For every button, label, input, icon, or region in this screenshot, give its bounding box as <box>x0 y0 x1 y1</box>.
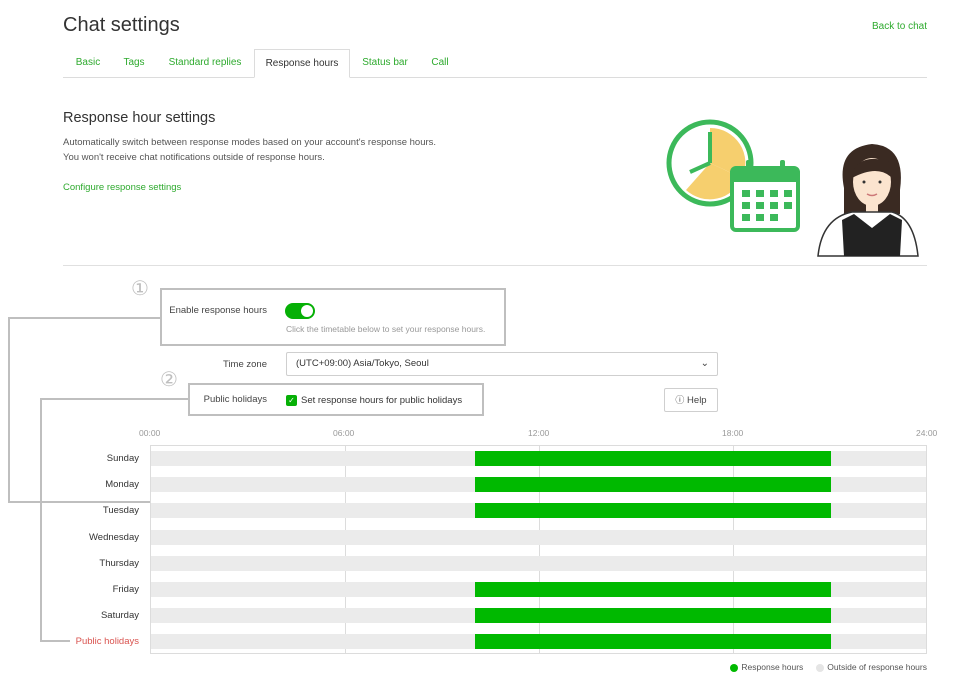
help-button-label: Help <box>687 395 707 406</box>
page-title: Chat settings <box>63 14 180 36</box>
day-timeline-track[interactable] <box>151 477 926 492</box>
tab-tags[interactable]: Tags <box>113 49 155 78</box>
calendar-icon <box>730 160 800 232</box>
public-holidays-label: Public holidays <box>203 394 267 405</box>
description-line: Automatically switch between response mo… <box>63 137 437 148</box>
legend-dot <box>816 663 825 672</box>
day-label: Public holidays <box>75 636 139 647</box>
day-timeline-track[interactable] <box>151 634 926 649</box>
day-timeline-track[interactable] <box>151 451 926 466</box>
hour-label: 24:00 <box>916 428 938 438</box>
info-icon: ⓘ <box>675 395 685 405</box>
callout-box-1 <box>160 288 506 346</box>
enable-response-hours-label: Enable response hours <box>169 305 267 316</box>
response-hours-bar[interactable] <box>475 634 831 649</box>
response-hours-bar[interactable] <box>475 503 831 518</box>
section-title: Response hour settings <box>63 110 216 126</box>
time-zone-value: (UTC+09:00) Asia/Tokyo, Seoul <box>296 358 429 369</box>
toggle-knob <box>301 305 313 317</box>
callout-connector <box>40 640 70 642</box>
response-hours-illustration <box>666 119 919 257</box>
legend-label: Outside of response hours <box>827 662 927 672</box>
tab-standard-replies[interactable]: Standard replies <box>157 49 253 78</box>
description-line: You won't receive chat notifications out… <box>63 152 325 163</box>
response-hours-bar[interactable] <box>475 608 831 623</box>
check-icon: ✓ <box>288 396 295 405</box>
timetable-legend: Response hours Outside of response hours <box>730 662 927 672</box>
legend-label: Response hours <box>741 662 804 672</box>
day-label: Wednesday <box>89 532 139 543</box>
day-timeline-track[interactable] <box>151 582 926 597</box>
callout-connector <box>8 317 161 319</box>
tab-response-hours[interactable]: Response hours <box>254 49 350 78</box>
legend-response-hours: Response hours <box>730 662 803 672</box>
callout-number-2: ② <box>160 369 178 391</box>
section-divider <box>63 265 927 266</box>
back-to-chat-link[interactable]: Back to chat <box>872 21 927 32</box>
day-timeline-track[interactable] <box>151 503 926 518</box>
day-label: Tuesday <box>102 505 139 516</box>
help-button[interactable]: ⓘ Help <box>664 388 718 412</box>
configure-response-settings-link[interactable]: Configure response settings <box>63 182 181 193</box>
day-label: Sunday <box>106 453 139 464</box>
day-label: Friday <box>112 584 139 595</box>
callout-number-1: ① <box>131 278 149 300</box>
day-timeline-track[interactable] <box>151 608 926 623</box>
callout-connector <box>40 398 42 642</box>
legend-dot <box>730 663 739 672</box>
tab-bar: Basic Tags Standard replies Response hou… <box>63 49 927 78</box>
hour-label: 18:00 <box>722 428 744 438</box>
day-timeline-track[interactable] <box>151 556 926 571</box>
enable-response-hours-toggle[interactable] <box>285 303 315 319</box>
tab-call[interactable]: Call <box>420 49 460 78</box>
public-holidays-checkbox-label[interactable]: Set response hours for public holidays <box>301 395 462 406</box>
tab-basic[interactable]: Basic <box>63 49 113 78</box>
hour-label: 06:00 <box>333 428 355 438</box>
day-timeline-track[interactable] <box>151 530 926 545</box>
callout-connector <box>8 501 150 503</box>
hour-label: 12:00 <box>528 428 550 438</box>
callout-connector <box>8 317 10 503</box>
timetable-hint: Click the timetable below to set your re… <box>286 324 486 334</box>
hour-label: 00:00 <box>139 428 161 438</box>
public-holidays-checkbox[interactable]: ✓ <box>286 395 297 406</box>
day-label: Monday <box>105 479 139 490</box>
tab-status-bar[interactable]: Status bar <box>352 49 418 78</box>
response-hours-bar[interactable] <box>475 477 831 492</box>
day-label: Saturday <box>100 610 139 621</box>
legend-outside-hours: Outside of response hours <box>816 662 927 672</box>
response-hours-bar[interactable] <box>475 451 831 466</box>
person-illustration <box>817 144 919 257</box>
section-description: Automatically switch between response mo… <box>63 135 436 165</box>
day-label: Thursday <box>99 558 139 569</box>
time-zone-select[interactable]: (UTC+09:00) Asia/Tokyo, Seoul ⌄ <box>286 352 718 376</box>
response-hours-bar[interactable] <box>475 582 831 597</box>
chevron-down-icon: ⌄ <box>700 358 709 369</box>
time-zone-label: Time zone <box>223 359 267 370</box>
